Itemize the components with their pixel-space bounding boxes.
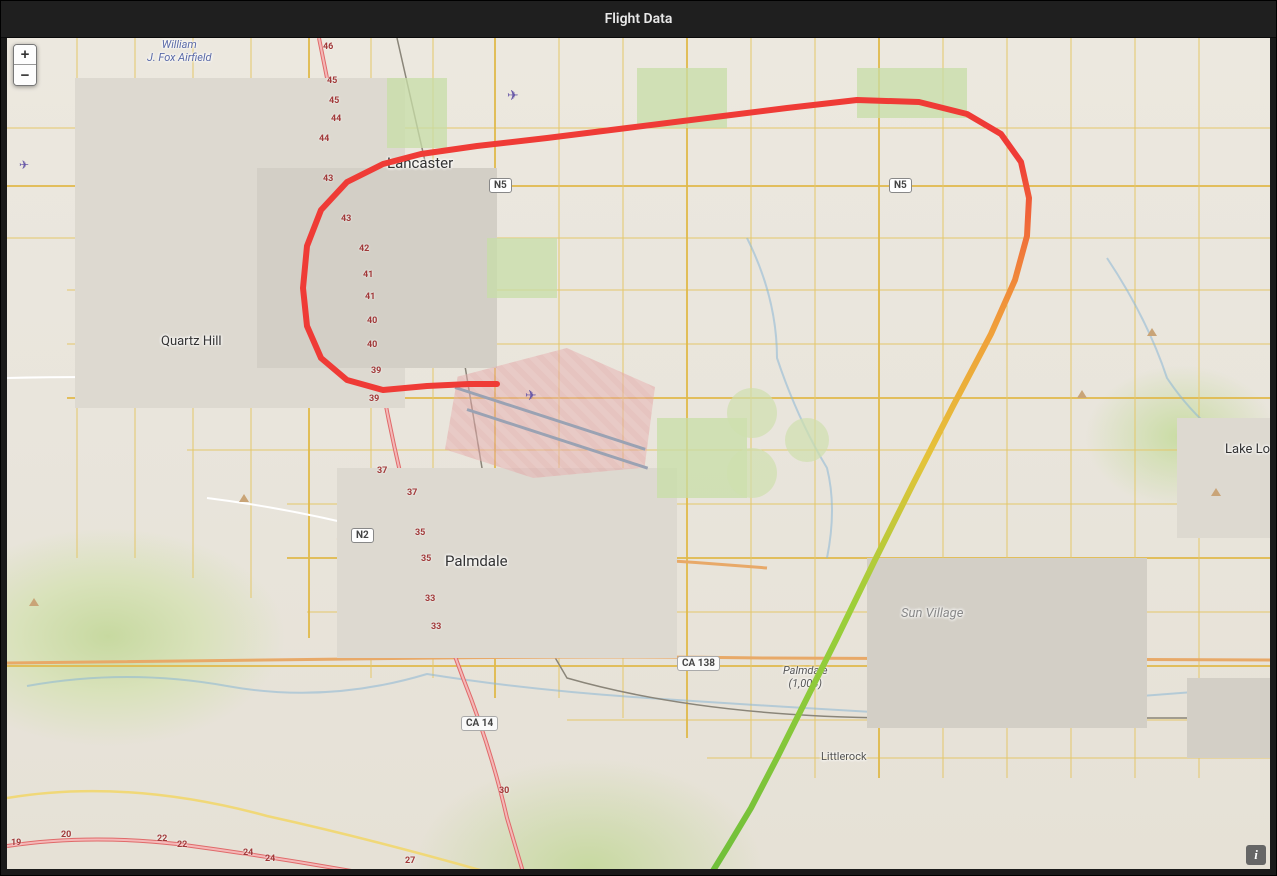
map-container[interactable]: ✈ ✈ ✈ bbox=[7, 38, 1270, 869]
urban-block bbox=[867, 558, 1147, 728]
urban-block bbox=[337, 468, 677, 658]
crop-circle bbox=[727, 388, 777, 438]
app-window: Flight Data ✈ ✈ ✈ bbox=[0, 0, 1277, 876]
green-block bbox=[637, 68, 727, 128]
green-block bbox=[857, 68, 967, 118]
zoom-control: + − bbox=[13, 44, 37, 86]
urban-block bbox=[1177, 418, 1270, 538]
titlebar: Flight Data bbox=[1, 1, 1276, 38]
map-canvas[interactable]: ✈ ✈ ✈ bbox=[7, 38, 1270, 869]
green-block bbox=[387, 78, 447, 148]
crop-circle bbox=[785, 418, 829, 462]
zoom-out-button[interactable]: − bbox=[14, 65, 36, 85]
crop-circle bbox=[727, 448, 777, 498]
urban-block bbox=[1187, 678, 1270, 758]
attribution-button[interactable]: i bbox=[1246, 845, 1266, 865]
urban-block bbox=[257, 168, 497, 368]
zoom-in-button[interactable]: + bbox=[14, 45, 36, 65]
window-title: Flight Data bbox=[605, 11, 673, 27]
green-block bbox=[487, 238, 557, 298]
